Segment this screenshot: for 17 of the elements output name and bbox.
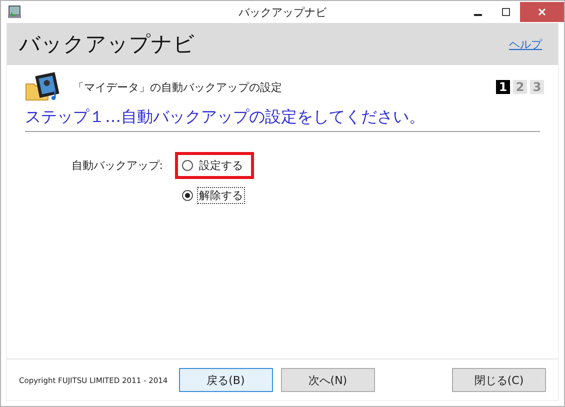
window-title: バックアップナビ: [238, 4, 326, 20]
option-label: 解除する: [197, 187, 245, 204]
section-title: 「マイデータ」の自動バックアップの設定: [73, 80, 283, 94]
app-icon: [7, 4, 23, 20]
dialog-button[interactable]: 次へ(N): [280, 368, 375, 392]
step-number: 3: [530, 80, 544, 94]
help-link[interactable]: ヘルプ: [509, 36, 542, 52]
dialog-button[interactable]: 閉じる(C): [452, 368, 546, 392]
option-label: 設定する: [198, 158, 244, 174]
dialog-button[interactable]: 戻る(B): [178, 368, 273, 392]
step-heading: ステップ１…自動バックアップの設定をしてください。: [25, 103, 540, 132]
setting-label: 自動バックアップ:: [70, 158, 164, 173]
app-title: バックアップナビ: [19, 31, 195, 58]
step-number: 1: [496, 80, 510, 94]
radio-button[interactable]: [182, 190, 193, 201]
step-number: 2: [513, 80, 527, 94]
radio-button[interactable]: [182, 160, 193, 171]
